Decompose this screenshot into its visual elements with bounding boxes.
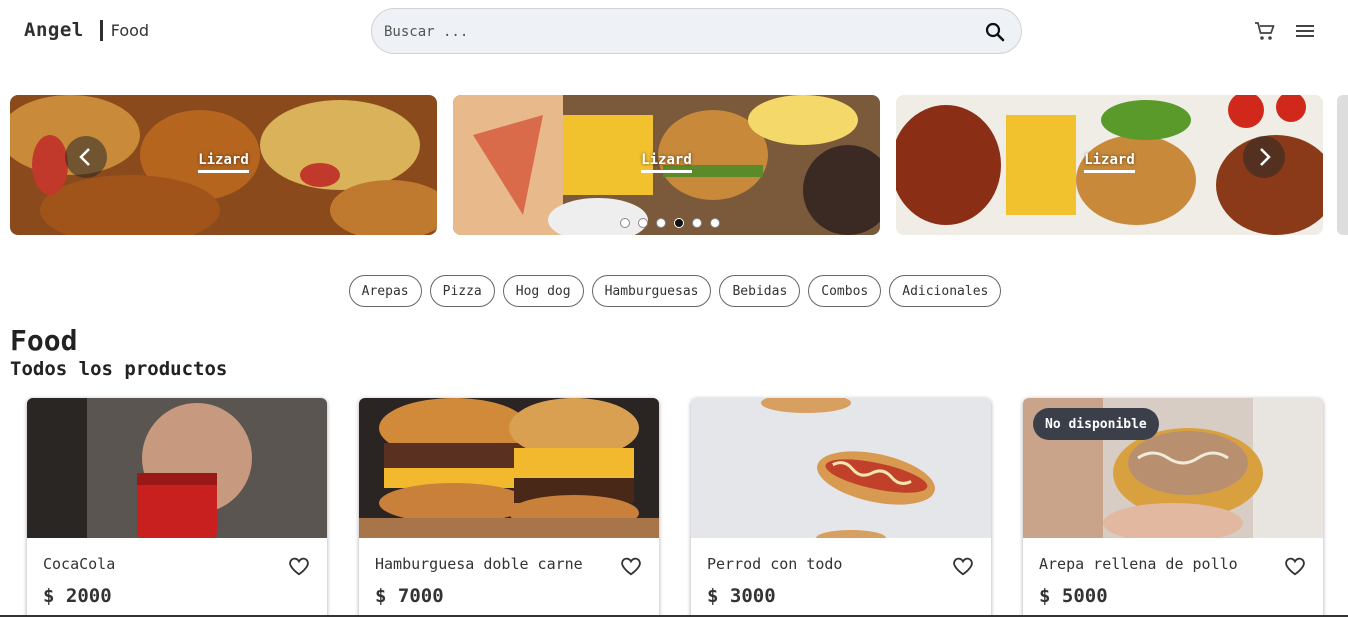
category-filters: Arepas Pizza Hog dog Hamburguesas Bebida…	[0, 275, 1348, 307]
carousel-dot[interactable]	[710, 218, 720, 228]
product-name: CocaCola	[43, 555, 116, 573]
chevron-right-icon	[1260, 148, 1271, 166]
page-subtitle: Todos los productos	[10, 358, 228, 380]
brand-subtitle: Food	[110, 20, 150, 40]
product-image	[359, 398, 659, 538]
menu-icon[interactable]	[1293, 19, 1317, 43]
category-chip-adicionales[interactable]: Adicionales	[889, 275, 1002, 307]
product-card[interactable]: Perrod con todo $ 3000	[691, 398, 991, 617]
heart-icon[interactable]	[288, 555, 310, 577]
brand-divider	[99, 19, 103, 41]
product-name: Perrod con todo	[707, 555, 843, 573]
heart-icon[interactable]	[952, 555, 974, 577]
category-chip-combos[interactable]: Combos	[808, 275, 882, 307]
brand[interactable]: Angel Food	[24, 19, 149, 41]
category-chip-pizza[interactable]: Pizza	[429, 275, 495, 307]
category-chip-arepas[interactable]: Arepas	[348, 275, 422, 307]
heart-icon[interactable]	[620, 555, 642, 577]
product-price: $ 2000	[43, 585, 112, 607]
product-name: Hamburguesa doble carne	[375, 555, 583, 573]
header: Angel Food	[0, 0, 1348, 62]
carousel-next-button[interactable]	[1243, 136, 1285, 178]
product-price: $ 7000	[375, 585, 444, 607]
product-card[interactable]: CocaCola $ 2000	[27, 398, 327, 617]
product-card[interactable]: No disponible Arepa rellena de pollo $ 5…	[1023, 398, 1323, 617]
carousel-indicators	[620, 218, 720, 228]
carousel-dot[interactable]	[656, 218, 666, 228]
cart-icon[interactable]	[1253, 19, 1277, 43]
heart-icon[interactable]	[1284, 555, 1306, 577]
product-image	[27, 398, 327, 538]
product-price: $ 5000	[1039, 585, 1108, 607]
carousel-dot[interactable]	[692, 218, 702, 228]
carousel-dot[interactable]	[620, 218, 630, 228]
product-name: Arepa rellena de pollo	[1039, 555, 1238, 573]
category-chip-bebidas[interactable]: Bebidas	[719, 275, 801, 307]
page-title: Food	[10, 324, 78, 357]
product-card[interactable]: Hamburguesa doble carne $ 7000	[359, 398, 659, 617]
carousel-dot-active[interactable]	[674, 218, 684, 228]
category-chip-hamburguesas[interactable]: Hamburguesas	[591, 275, 712, 307]
status-badge: No disponible	[1033, 408, 1159, 440]
product-price: $ 3000	[707, 585, 776, 607]
banner-carousel: Lizard Lizard Lizard	[0, 95, 1348, 235]
carousel-prev-button[interactable]	[65, 136, 107, 178]
carousel-slide-peek	[1337, 95, 1348, 235]
brand-name: Angel	[24, 19, 84, 41]
category-chip-hotdog[interactable]: Hog dog	[502, 275, 584, 307]
search-icon[interactable]	[983, 20, 1007, 44]
carousel-dot[interactable]	[638, 218, 648, 228]
slide-caption: Lizard	[453, 152, 880, 173]
carousel-slide[interactable]: Lizard	[453, 95, 880, 235]
search-bar	[371, 8, 1022, 54]
search-input[interactable]	[384, 21, 964, 43]
chevron-left-icon	[79, 148, 90, 166]
product-image	[691, 398, 991, 538]
